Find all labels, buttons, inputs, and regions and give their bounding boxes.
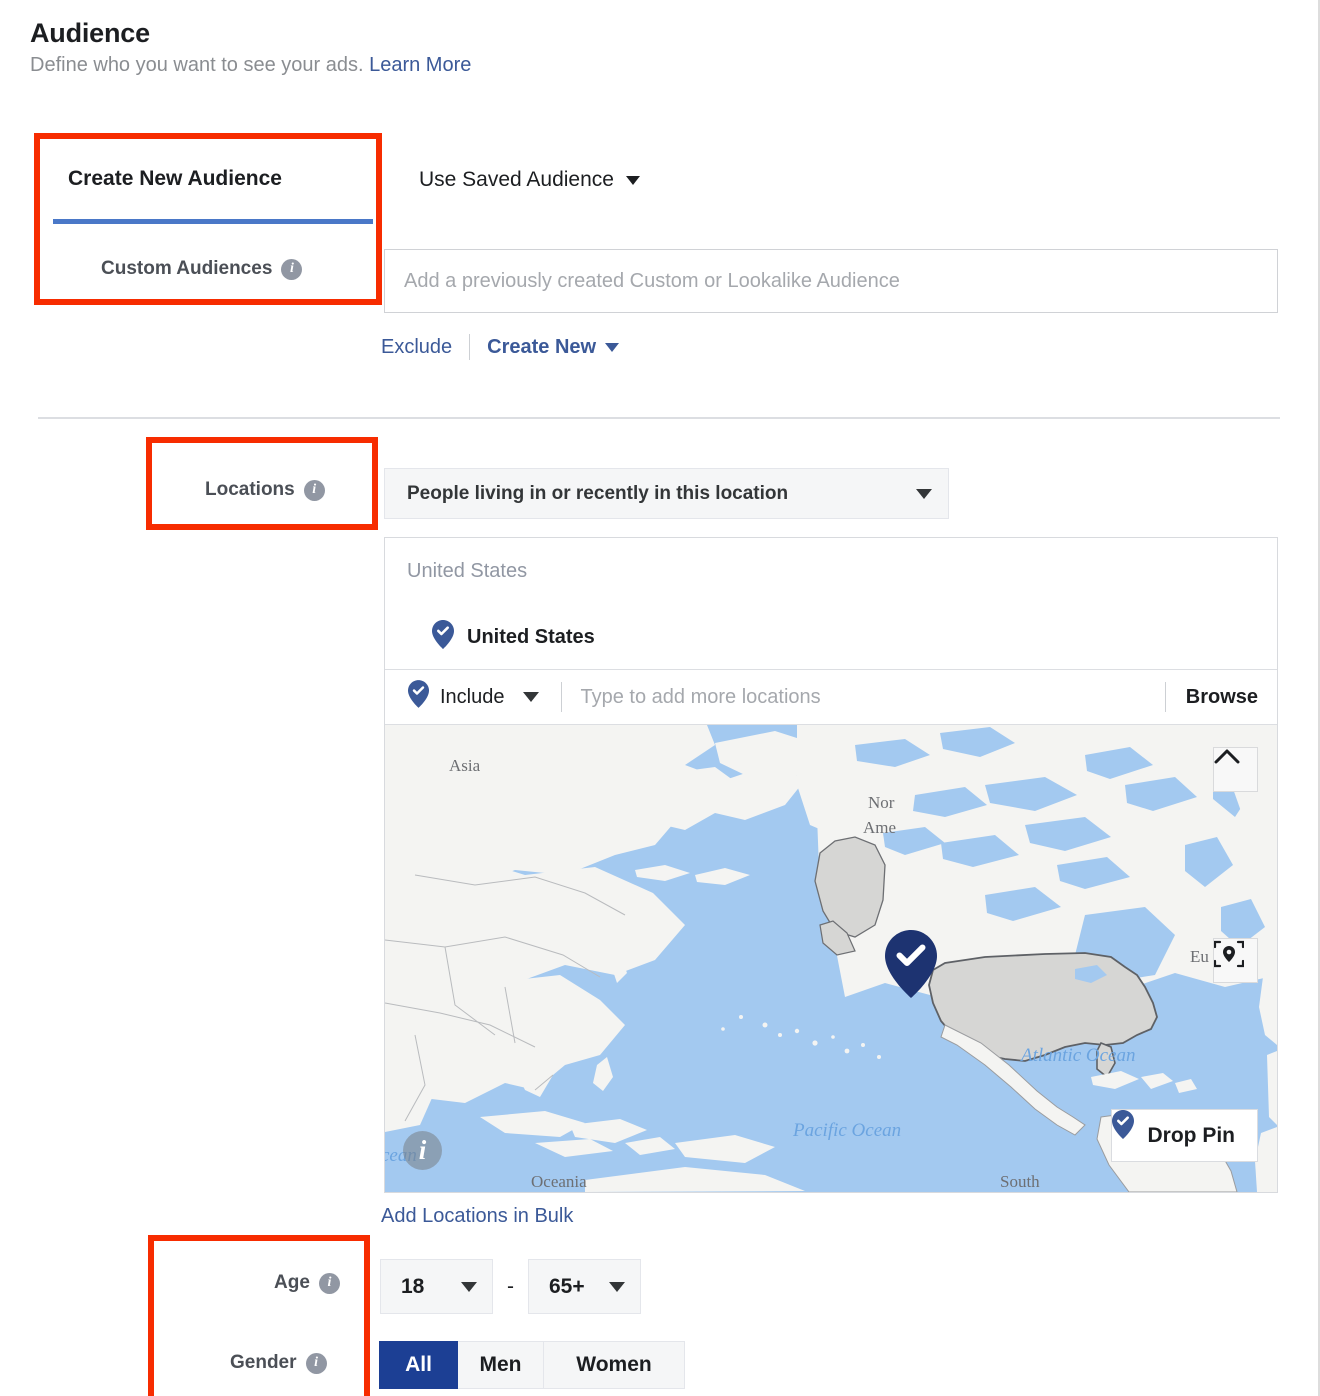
drop-pin-label: Drop Pin bbox=[1148, 1124, 1236, 1148]
age-range-separator: - bbox=[493, 1275, 528, 1299]
tab-use-saved-audience[interactable]: Use Saved Audience bbox=[419, 168, 640, 192]
create-new-audience-label: Create New bbox=[487, 336, 596, 359]
divider bbox=[469, 334, 470, 360]
location-pin-icon bbox=[432, 620, 454, 655]
info-icon[interactable]: i bbox=[306, 1353, 327, 1374]
page-title: Audience bbox=[30, 18, 150, 49]
selected-location-name: United States bbox=[467, 626, 595, 649]
drop-pin-button[interactable]: Drop Pin bbox=[1111, 1109, 1259, 1162]
locations-panel-header: United States United States bbox=[385, 538, 1277, 669]
locations-hint: United States bbox=[407, 560, 1277, 583]
custom-audiences-placeholder: Add a previously created Custom or Looka… bbox=[404, 270, 900, 293]
gender-label: Gender i bbox=[230, 1352, 327, 1374]
chevron-down-icon bbox=[523, 692, 539, 702]
locations-label-text: Locations bbox=[205, 479, 295, 501]
map-compass-button[interactable] bbox=[1213, 747, 1258, 792]
tab-use-saved-audience-label: Use Saved Audience bbox=[419, 168, 614, 192]
custom-audiences-label: Custom Audiences i bbox=[101, 258, 302, 280]
gender-option-women[interactable]: Women bbox=[544, 1341, 685, 1389]
location-pin-icon bbox=[408, 680, 429, 714]
location-type-select[interactable]: People living in or recently in this loc… bbox=[384, 468, 949, 519]
locations-label: Locations i bbox=[205, 479, 325, 501]
browse-locations-button[interactable]: Browse bbox=[1165, 682, 1277, 712]
age-min-select[interactable]: 18 bbox=[380, 1259, 493, 1314]
location-type-value: People living in or recently in this loc… bbox=[407, 483, 788, 505]
selected-location-item[interactable]: United States bbox=[432, 620, 595, 655]
tab-create-new-audience[interactable]: Create New Audience bbox=[68, 167, 282, 191]
chevron-down-icon bbox=[626, 176, 640, 185]
chevron-down-icon bbox=[605, 343, 619, 352]
locate-pin-icon bbox=[1214, 939, 1244, 969]
info-icon[interactable]: i bbox=[319, 1273, 340, 1294]
locations-map[interactable]: Asia Nor Ame Pacific Ocean Atlantic Ocea… bbox=[385, 725, 1277, 1192]
learn-more-link[interactable]: Learn More bbox=[369, 54, 471, 76]
map-locate-button[interactable] bbox=[1213, 938, 1258, 983]
locations-panel: United States United States bbox=[384, 537, 1278, 1193]
gender-label-text: Gender bbox=[230, 1352, 297, 1374]
tab-active-underline bbox=[53, 219, 373, 224]
gender-option-all[interactable]: All bbox=[379, 1341, 458, 1389]
include-mode-select[interactable]: Include bbox=[408, 680, 539, 714]
create-new-audience-button[interactable]: Create New bbox=[487, 336, 619, 359]
exclude-link[interactable]: Exclude bbox=[381, 336, 452, 359]
chevron-down-icon bbox=[916, 489, 932, 499]
add-locations-bulk-link[interactable]: Add Locations in Bulk bbox=[381, 1205, 573, 1228]
info-icon[interactable]: i bbox=[304, 480, 325, 501]
page-subtitle-text: Define who you want to see your ads. bbox=[30, 54, 364, 76]
age-min-value: 18 bbox=[401, 1275, 424, 1299]
chevron-down-icon bbox=[461, 1282, 477, 1292]
map-info-icon[interactable]: i bbox=[403, 1131, 442, 1170]
custom-audiences-input[interactable]: Add a previously created Custom or Looka… bbox=[384, 249, 1278, 313]
audience-settings-page: Audience Define who you want to see your… bbox=[0, 0, 1320, 1396]
age-max-select[interactable]: 65+ bbox=[528, 1259, 641, 1314]
gender-segmented-control: All Men Women bbox=[379, 1341, 685, 1389]
chevron-up-icon bbox=[1214, 748, 1240, 764]
gender-option-men[interactable]: Men bbox=[458, 1341, 544, 1389]
page-subtitle: Define who you want to see your ads. Lea… bbox=[30, 54, 471, 77]
age-label: Age i bbox=[274, 1272, 340, 1294]
custom-audiences-label-text: Custom Audiences bbox=[101, 258, 272, 280]
custom-audiences-actions: Exclude Create New bbox=[381, 334, 619, 360]
location-add-row: Include Type to add more locations Brows… bbox=[385, 669, 1277, 725]
divider bbox=[561, 682, 562, 712]
age-range-controls: 18 - 65+ bbox=[380, 1259, 641, 1314]
info-icon[interactable]: i bbox=[281, 259, 302, 280]
include-mode-label: Include bbox=[440, 686, 505, 709]
section-divider bbox=[38, 417, 1280, 419]
add-location-input[interactable]: Type to add more locations bbox=[581, 686, 1165, 709]
age-label-text: Age bbox=[274, 1272, 310, 1294]
age-max-value: 65+ bbox=[549, 1275, 585, 1299]
chevron-down-icon bbox=[609, 1282, 625, 1292]
